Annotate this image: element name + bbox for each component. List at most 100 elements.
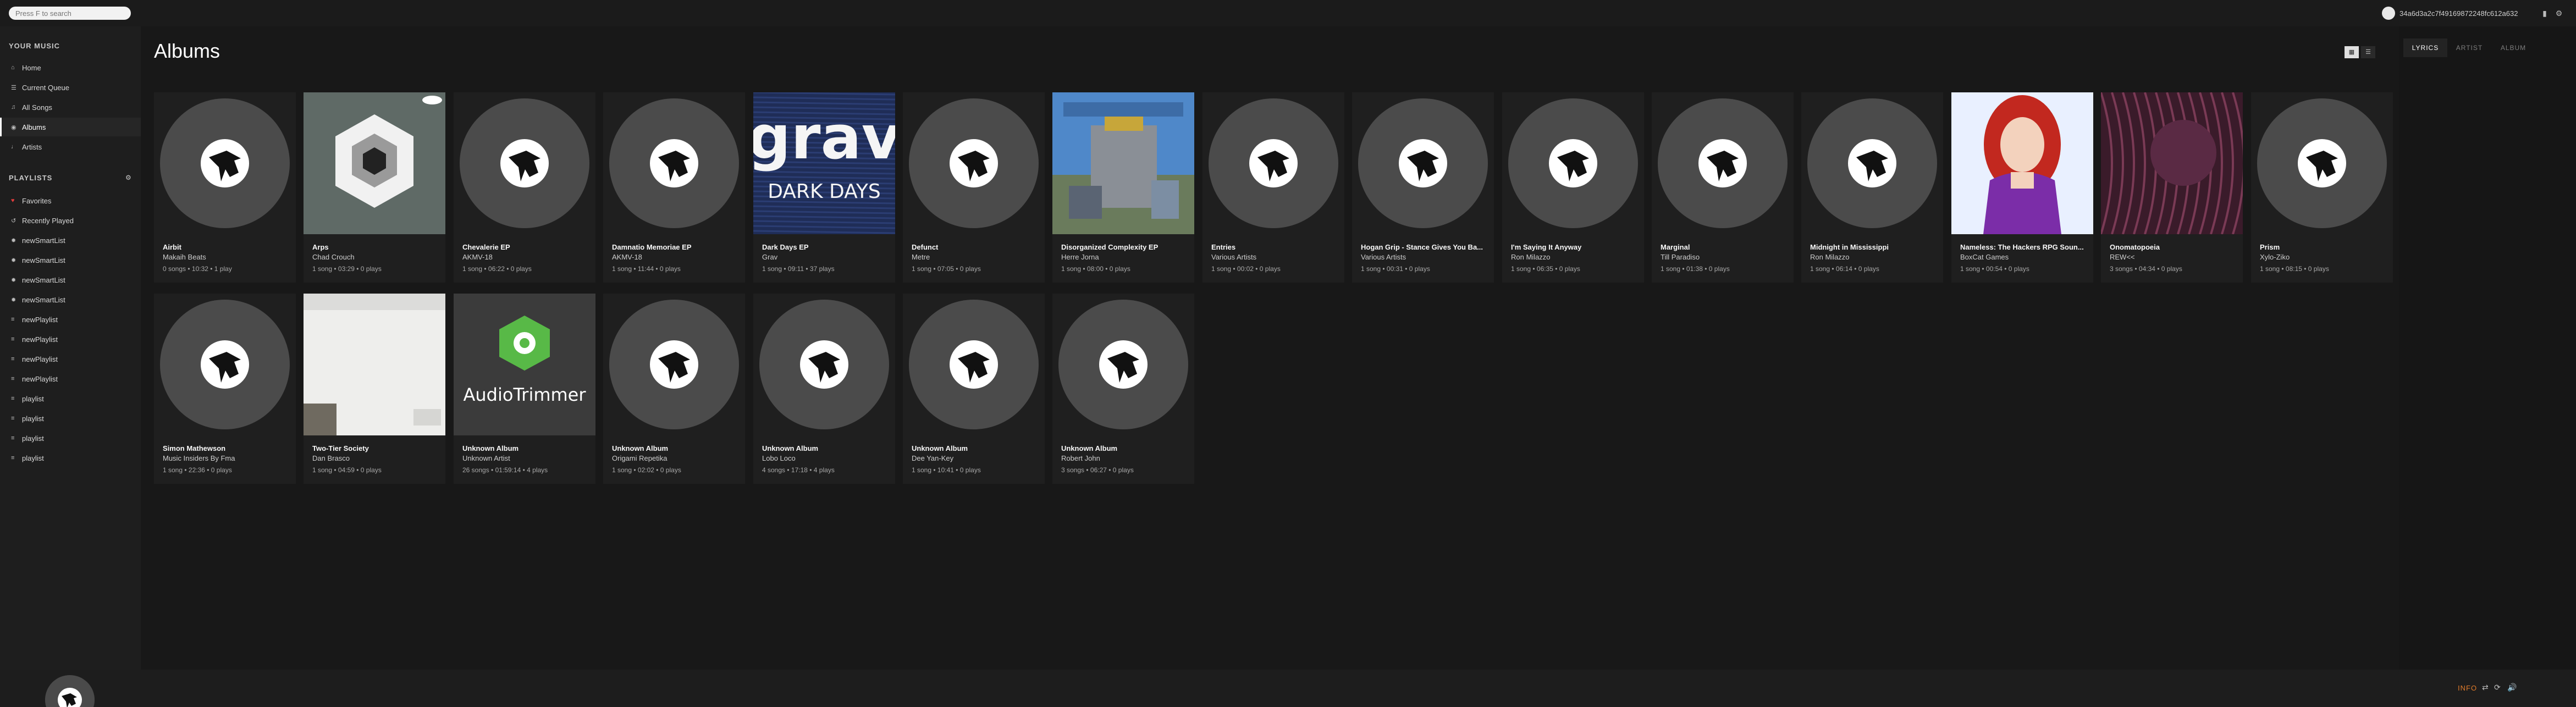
tab-album[interactable]: ALBUM xyxy=(2491,38,2535,57)
sidebar-item-all-songs[interactable]: ♫ All Songs xyxy=(0,98,141,117)
album-card[interactable]: Unknown Album Robert John 3 songs • 06:27 … xyxy=(1052,294,1194,484)
tab-artist[interactable]: ARTIST xyxy=(2447,38,2491,57)
sidebar-item-home[interactable]: ⌂ Home xyxy=(0,58,141,77)
album-artist[interactable]: Robert John xyxy=(1061,454,1188,462)
album-cover[interactable] xyxy=(1951,92,2093,234)
album-card[interactable]: Chevalerie EP AKMV-18 1 song • 06:22 • 0 p… xyxy=(454,92,595,283)
album-placeholder-cover[interactable] xyxy=(903,92,1045,234)
album-cover[interactable]: grav DARK DAYS xyxy=(753,92,895,234)
album-cover[interactable] xyxy=(304,294,445,435)
album-title[interactable]: Unknown Album xyxy=(912,444,1038,452)
album-card[interactable]: Marginal Till Paradiso 1 song • 01:38 • 0 … xyxy=(1652,92,1794,283)
album-artist[interactable]: Origami Repetika xyxy=(612,454,738,462)
album-artist[interactable]: AKMV-18 xyxy=(462,253,589,261)
album-card[interactable]: Midnight in Mississippi Ron Milazzo 1 song… xyxy=(1801,92,1943,283)
album-title[interactable]: Unknown Album xyxy=(612,444,738,452)
album-title[interactable]: Defunct xyxy=(912,243,1038,251)
album-placeholder-cover[interactable] xyxy=(603,294,745,435)
album-title[interactable]: Airbit xyxy=(163,243,289,251)
sidebar-playlist-item[interactable]: ✹ newSmartList xyxy=(0,290,141,309)
album-title[interactable]: Unknown Album xyxy=(462,444,589,452)
album-card[interactable]: Simon Mathewson Music Insiders By Fma 1 so… xyxy=(154,294,296,484)
album-artist[interactable]: Herre Jorna xyxy=(1061,253,1188,261)
album-card[interactable]: Disorganized Complexity EP Herre Jorna 1 s… xyxy=(1052,92,1194,283)
sidebar-item-albums[interactable]: ◉ Albums xyxy=(0,118,141,136)
sidebar-playlist-item[interactable]: ≡ newPlaylist xyxy=(0,330,141,349)
album-artist[interactable]: Lobo Loco xyxy=(762,454,889,462)
sidebar-playlist-item[interactable]: ✹ newSmartList xyxy=(0,231,141,250)
album-placeholder-cover[interactable] xyxy=(1052,294,1194,435)
user-menu[interactable]: 34a6d3a2c7f49169872248fc612a632 xyxy=(2382,7,2518,20)
album-placeholder-cover[interactable] xyxy=(603,92,745,234)
album-title[interactable]: Two-Tier Society xyxy=(312,444,439,452)
album-artist[interactable]: AKMV-18 xyxy=(612,253,738,261)
album-card[interactable]: Hogan Grip - Stance Gives You Ba... Vario… xyxy=(1352,92,1494,283)
album-title[interactable]: Dark Days EP xyxy=(762,243,889,251)
album-card[interactable]: Arps Chad Crouch 1 song • 03:29 • 0 plays xyxy=(304,92,445,283)
album-artist[interactable]: Chad Crouch xyxy=(312,253,439,261)
playlist-settings-icon[interactable]: ⚙ xyxy=(125,174,131,181)
search-input[interactable] xyxy=(9,7,131,20)
album-placeholder-cover[interactable] xyxy=(1801,92,1943,234)
grid-view-button[interactable]: ▦ xyxy=(2345,46,2359,58)
album-card[interactable]: I'm Saying It Anyway Ron Milazzo 1 song • … xyxy=(1502,92,1644,283)
album-placeholder-cover[interactable] xyxy=(454,92,595,234)
album-placeholder-cover[interactable] xyxy=(1652,92,1794,234)
sidebar-playlist-item[interactable]: ≡ playlist xyxy=(0,429,141,448)
sidebar-playlist-item[interactable]: ✹ newSmartList xyxy=(0,251,141,269)
sidebar-playlist-item[interactable]: ≡ playlist xyxy=(0,449,141,467)
album-card[interactable]: Two-Tier Society Dan Brasco 1 song • 04:59… xyxy=(304,294,445,484)
album-card[interactable]: Unknown Album Lobo Loco 4 songs • 17:18 • … xyxy=(753,294,895,484)
album-cover[interactable] xyxy=(304,92,445,234)
tab-lyrics[interactable]: LYRICS xyxy=(2403,38,2447,57)
volume-icon[interactable]: 🔊 xyxy=(2507,683,2517,692)
album-card[interactable]: AudioTrimmer Unknown Album Unknown Artist 2… xyxy=(454,294,595,484)
album-placeholder-cover[interactable] xyxy=(2251,92,2393,234)
sidebar-playlist-item[interactable]: ≡ playlist xyxy=(0,389,141,408)
album-title[interactable]: Onomatopoeia xyxy=(2110,243,2236,251)
album-placeholder-cover[interactable] xyxy=(1352,92,1494,234)
album-card[interactable]: Airbit Makaih Beats 0 songs • 10:32 • 1 pl… xyxy=(154,92,296,283)
album-cover[interactable] xyxy=(2101,92,2243,234)
sidebar-playlist-item[interactable]: ≡ newPlaylist xyxy=(0,350,141,368)
album-card[interactable]: grav DARK DAYS Dark Days EP Grav 1 song • 09… xyxy=(753,92,895,283)
album-card[interactable]: Unknown Album Origami Repetika 1 song • 02… xyxy=(603,294,745,484)
album-artist[interactable]: Xylo-Ziko xyxy=(2260,253,2386,261)
sidebar-playlist-item[interactable]: ≡ newPlaylist xyxy=(0,369,141,388)
album-card[interactable]: Damnatio Memoriae EP AKMV-18 1 song • 11:4… xyxy=(603,92,745,283)
album-placeholder-cover[interactable] xyxy=(154,294,296,435)
album-placeholder-cover[interactable] xyxy=(154,92,296,234)
album-title[interactable]: Arps xyxy=(312,243,439,251)
album-cover[interactable]: AudioTrimmer xyxy=(454,294,595,435)
album-title[interactable]: Unknown Album xyxy=(762,444,889,452)
sidebar-playlist-item[interactable]: ✹ newSmartList xyxy=(0,270,141,289)
album-artist[interactable]: REW<< xyxy=(2110,253,2236,261)
album-artist[interactable]: Ron Milazzo xyxy=(1511,253,1637,261)
sidebar-toggle-icon[interactable]: ▮ xyxy=(2539,8,2550,19)
album-title[interactable]: Disorganized Complexity EP xyxy=(1061,243,1188,251)
album-placeholder-cover[interactable] xyxy=(753,294,895,435)
gear-icon[interactable]: ⚙ xyxy=(2553,8,2564,19)
info-toggle-button[interactable]: INFO xyxy=(2458,684,2477,692)
album-title[interactable]: Chevalerie EP xyxy=(462,243,589,251)
sidebar-item-current-queue[interactable]: ☰ Current Queue xyxy=(0,78,141,97)
album-artist[interactable]: Dan Brasco xyxy=(312,454,439,462)
album-card[interactable]: Nameless: The Hackers RPG Soun... BoxCat … xyxy=(1951,92,2093,283)
album-placeholder-cover[interactable] xyxy=(903,294,1045,435)
sidebar-playlist-item[interactable]: ↺ Recently Played xyxy=(0,211,141,230)
album-artist[interactable]: Music Insiders By Fma xyxy=(163,454,289,462)
album-card[interactable]: Defunct Metre 1 song • 07:05 • 0 plays xyxy=(903,92,1045,283)
album-title[interactable]: Marginal xyxy=(1661,243,1787,251)
album-artist[interactable]: Various Artists xyxy=(1361,253,1487,261)
album-artist[interactable]: Till Paradiso xyxy=(1661,253,1787,261)
album-artist[interactable]: Unknown Artist xyxy=(462,454,589,462)
album-title[interactable]: Entries xyxy=(1211,243,1338,251)
album-cover[interactable] xyxy=(1052,92,1194,234)
sidebar-item-artists[interactable]: ♩ Artists xyxy=(0,137,141,156)
shuffle-icon[interactable]: ⇄ xyxy=(2482,683,2489,692)
album-artist[interactable]: Makaih Beats xyxy=(163,253,289,261)
album-title[interactable]: Unknown Album xyxy=(1061,444,1188,452)
album-artist[interactable]: Dee Yan-Key xyxy=(912,454,1038,462)
album-artist[interactable]: Ron Milazzo xyxy=(1810,253,1937,261)
album-artist[interactable]: Grav xyxy=(762,253,889,261)
